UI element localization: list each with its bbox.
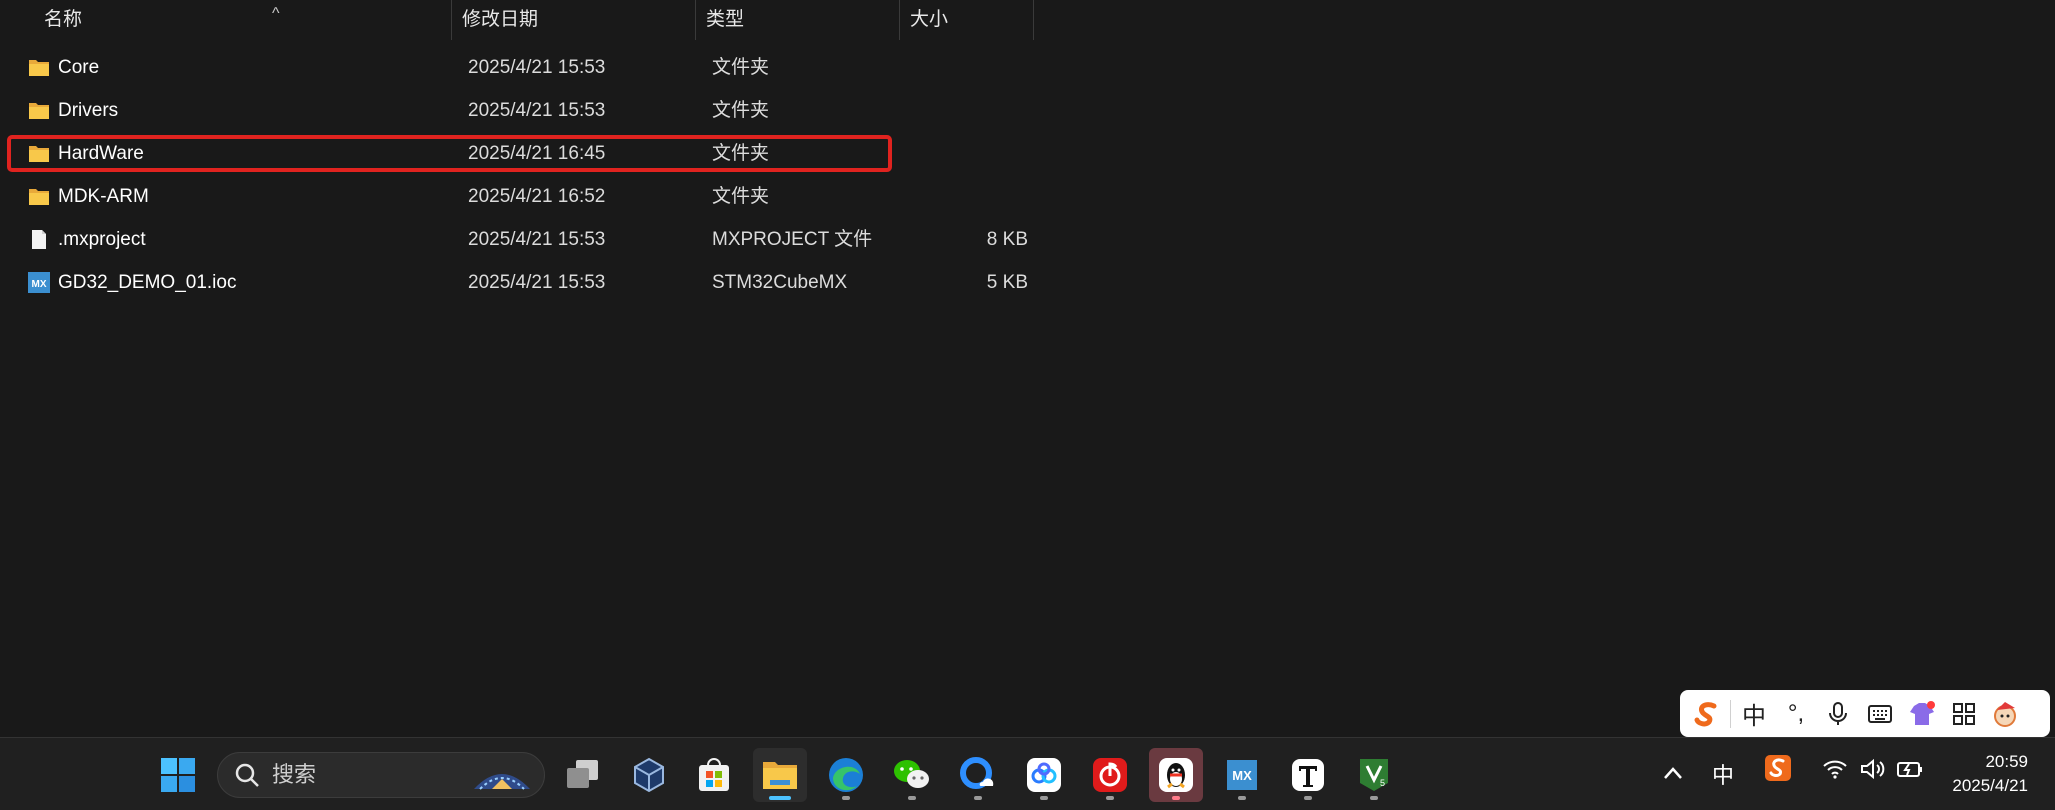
search-icon: [234, 762, 260, 793]
file-modified: 2025/4/21 15:53: [468, 272, 606, 293]
clock-date: 2025/4/21: [1952, 776, 2028, 795]
file-name: MDK-ARM: [58, 186, 149, 207]
stm32cubemx-icon: MX: [28, 272, 50, 293]
keil-uvision-icon[interactable]: 5: [1347, 748, 1401, 802]
column-modified-label: 修改日期: [462, 9, 539, 30]
ime-punct-toggle[interactable]: °,: [1775, 690, 1817, 737]
column-type-label: 类型: [706, 9, 745, 30]
column-header: 名称 ^ 修改日期 类型 大小: [0, 0, 1040, 40]
column-header-modified[interactable]: 修改日期: [452, 0, 696, 40]
active-indicator: [769, 796, 791, 800]
microsoft-store-icon[interactable]: [687, 748, 741, 802]
file-modified: 2025/4/21 15:53: [468, 57, 606, 78]
typora-icon[interactable]: [1281, 748, 1335, 802]
cloud-search-app-icon[interactable]: [951, 748, 1005, 802]
svg-text:5: 5: [1380, 778, 1385, 788]
wifi-icon[interactable]: [1822, 758, 1848, 786]
running-indicator: [842, 796, 850, 800]
file-name: Core: [58, 57, 100, 78]
file-row-core[interactable]: Core 2025/4/21 15:53 文件夹: [0, 46, 1040, 89]
running-indicator: [974, 796, 982, 800]
running-indicator: [1238, 796, 1246, 800]
file-name: .mxproject: [58, 229, 146, 250]
netease-music-icon[interactable]: [1083, 748, 1137, 802]
microphone-icon[interactable]: [1817, 690, 1859, 737]
running-indicator: [1304, 796, 1312, 800]
taskbar: 搜索 MX 5 中 20:59 2025/4/21: [0, 737, 2055, 810]
file-explorer-icon[interactable]: [753, 748, 807, 802]
file-name: Drivers: [58, 100, 119, 121]
volume-icon[interactable]: [1860, 758, 1886, 786]
running-indicator: [1040, 796, 1048, 800]
edge-browser-icon[interactable]: [819, 748, 873, 802]
column-size-label: 大小: [910, 9, 949, 30]
running-indicator: [908, 796, 916, 800]
file-name: GD32_DEMO_01.ioc: [58, 272, 237, 293]
file-row-ioc[interactable]: MX GD32_DEMO_01.ioc 2025/4/21 15:53 STM3…: [0, 261, 1040, 304]
file-name: HardWare: [58, 143, 144, 164]
file-type: 文件夹: [712, 143, 770, 164]
ime-toolbar: 中 °,: [1680, 690, 2050, 737]
running-indicator: [1370, 796, 1378, 800]
desktop-screen: 名称 ^ 修改日期 类型 大小 Core 2025/4/21 15:53 文件夹: [0, 0, 2055, 810]
baidu-netdisk-icon[interactable]: [1017, 748, 1071, 802]
virtualbox-cube-icon[interactable]: [622, 748, 676, 802]
svg-text:MX: MX: [1232, 768, 1252, 783]
file-list: Core 2025/4/21 15:53 文件夹 Drivers 2025/4/…: [0, 46, 1040, 304]
file-type: 文件夹: [712, 100, 770, 121]
wechat-icon[interactable]: [885, 748, 939, 802]
file-row-mxproject[interactable]: .mxproject 2025/4/21 15:53 MXPROJECT 文件 …: [0, 218, 1040, 261]
file-row-drivers[interactable]: Drivers 2025/4/21 15:53 文件夹: [0, 89, 1040, 132]
file-size: 5 KB: [986, 272, 1028, 293]
column-header-name[interactable]: 名称 ^: [34, 0, 452, 40]
tray-input-language[interactable]: 中: [1712, 758, 1734, 790]
column-header-type[interactable]: 类型: [696, 0, 900, 40]
sort-ascending-icon: ^: [272, 5, 280, 22]
clock-time: 20:59: [1985, 752, 2028, 771]
toolbox-grid-icon[interactable]: [1943, 690, 1985, 737]
folder-icon: [28, 100, 50, 121]
keyboard-icon[interactable]: [1859, 690, 1901, 737]
file-size: 8 KB: [986, 229, 1028, 250]
file-type: STM32CubeMX: [712, 272, 848, 293]
sogou-logo-icon[interactable]: [1686, 690, 1728, 737]
qq-icon[interactable]: [1149, 748, 1203, 802]
file-icon: [28, 229, 50, 250]
file-modified: 2025/4/21 16:45: [468, 143, 606, 164]
tray-overflow-chevron-icon[interactable]: [1663, 760, 1683, 786]
skin-shirt-icon[interactable]: [1901, 690, 1943, 737]
taskbar-search-box[interactable]: 搜索: [217, 752, 545, 798]
folder-icon: [28, 143, 50, 164]
running-indicator: [1106, 796, 1114, 800]
search-highlight-art-icon: [472, 759, 532, 798]
file-type: MXPROJECT 文件: [712, 229, 873, 250]
notification-indicator: [1172, 796, 1180, 800]
ime-separator: [1730, 699, 1731, 728]
file-type: 文件夹: [712, 57, 770, 78]
column-header-size[interactable]: 大小: [900, 0, 1034, 40]
svg-text:MX: MX: [32, 279, 47, 290]
mascot-icon[interactable]: [1985, 690, 2027, 737]
battery-charging-icon[interactable]: [1896, 758, 1924, 786]
file-row-mdk-arm[interactable]: MDK-ARM 2025/4/21 16:52 文件夹: [0, 175, 1040, 218]
search-placeholder: 搜索: [272, 762, 317, 787]
file-type: 文件夹: [712, 186, 770, 207]
file-modified: 2025/4/21 16:52: [468, 186, 606, 207]
ime-mode-toggle[interactable]: 中: [1733, 690, 1775, 737]
task-view-icon[interactable]: [556, 748, 610, 802]
folder-icon: [28, 57, 50, 78]
file-modified: 2025/4/21 15:53: [468, 100, 606, 121]
file-modified: 2025/4/21 15:53: [468, 229, 606, 250]
column-name-label: 名称: [44, 9, 83, 30]
folder-icon: [28, 186, 50, 207]
file-row-hardware[interactable]: HardWare 2025/4/21 16:45 文件夹: [0, 132, 1040, 175]
start-windows-icon[interactable]: [151, 748, 205, 802]
stm32cubemx-taskbar-icon[interactable]: MX: [1215, 748, 1269, 802]
tray-sogou-icon[interactable]: [1765, 755, 1791, 787]
taskbar-clock[interactable]: 20:59 2025/4/21: [1952, 750, 2028, 798]
